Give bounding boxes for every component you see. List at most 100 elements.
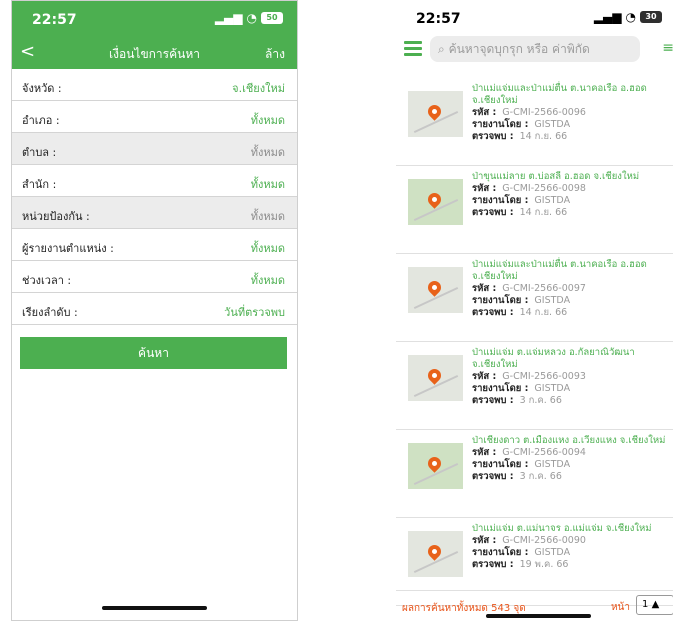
map-thumbnail: [408, 267, 463, 313]
signal-icon: ▂▄▆: [593, 10, 622, 24]
result-reporter: GISTDA: [534, 459, 571, 470]
results-screen: 22:57 ▂▄▆ ◔ 30 ⌕ ค้นหาจุดบุกรุก หรือ ค่า…: [396, 0, 673, 621]
filter-value: ทั้งหมด: [250, 274, 285, 287]
filter-row[interactable]: จังหวัด : จ.เชียงใหม่: [12, 69, 297, 101]
result-item[interactable]: ป่าแม่แจ่มและป่าแม่ตื่น ต.นาคอเรือ อ.ฮอด…: [396, 78, 673, 166]
filter-row[interactable]: อำเภอ : ทั้งหมด: [12, 101, 297, 133]
result-name: ป่าแม่แจ่มและป่าแม่ตื่น ต.นาคอเรือ อ.ฮอด…: [472, 259, 647, 282]
map-thumbnail: [408, 355, 463, 401]
chevron-up-icon: ▲: [651, 599, 660, 610]
map-thumbnail: [408, 91, 463, 137]
code-label: รหัส :: [472, 447, 497, 458]
result-code: G-CMI-2566-0093: [502, 371, 586, 382]
result-date-row: ตรวจพบ : 14 ก.ย. 66: [472, 131, 672, 143]
found-label: ตรวจพบ :: [472, 131, 514, 142]
clear-button[interactable]: ล้าง: [265, 45, 285, 64]
code-label: รหัส :: [472, 283, 497, 294]
filter-row[interactable]: สำนัก : ทั้งหมด: [12, 165, 297, 197]
result-name: ป่าแม่แจ่มและป่าแม่ตื่น ต.นาคอเรือ อ.ฮอด…: [472, 83, 647, 106]
result-reporter: GISTDA: [534, 295, 571, 306]
map-thumbnail: [408, 531, 463, 577]
result-date-row: ตรวจพบ : 14 ก.ย. 66: [472, 207, 672, 219]
result-reporter-row: รายงานโดย : GISTDA: [472, 547, 672, 559]
reporter-label: รายงานโดย :: [472, 547, 529, 558]
home-indicator: [102, 606, 207, 610]
found-label: ตรวจพบ :: [472, 559, 514, 570]
result-date-row: ตรวจพบ : 19 พ.ค. 66: [472, 559, 672, 571]
filter-icon[interactable]: ≡: [662, 40, 673, 56]
result-item[interactable]: ป่าแม่แจ่ม ต.แจ่มหลวง อ.กัลยาณิวัฒนา จ.เ…: [396, 342, 673, 430]
filter-value: ทั้งหมด: [250, 146, 285, 159]
status-icons: ▂▄▆ ◔ 30: [594, 10, 662, 24]
search-button[interactable]: ค้นหา: [20, 337, 287, 369]
found-label: ตรวจพบ :: [472, 207, 514, 218]
search-icon: ⌕: [438, 42, 445, 56]
filter-value: ทั้งหมด: [250, 114, 285, 127]
result-code-row: รหัส : G-CMI-2566-0097: [472, 283, 672, 295]
filter-label: จังหวัด :: [22, 82, 62, 95]
result-name: ป่าแม่แจ่ม ต.แม่นาจร อ.แม่แจ่ม จ.เชียงให…: [472, 523, 652, 534]
result-date: 14 ก.ย. 66: [519, 207, 568, 218]
code-label: รหัส :: [472, 183, 497, 194]
status-time: 22:57: [32, 12, 77, 28]
filter-value: ทั้งหมด: [250, 210, 285, 223]
result-info: ป่าแม่แจ่มและป่าแม่ตื่น ต.นาคอเรือ อ.ฮอด…: [472, 259, 672, 319]
filter-list: จังหวัด : จ.เชียงใหม่ อำเภอ : ทั้งหมด ตำบล :…: [12, 69, 297, 325]
page-label: หน้า: [610, 602, 630, 613]
result-code-row: รหัส : G-CMI-2566-0096: [472, 107, 672, 119]
filter-row[interactable]: เรียงลำดับ : วันที่ตรวจพบ: [12, 293, 297, 325]
result-info: ป่าแม่แจ่ม ต.แม่นาจร อ.แม่แจ่ม จ.เชียงให…: [472, 523, 672, 571]
result-reporter: GISTDA: [534, 383, 571, 394]
result-info: ป่าแม่แจ่ม ต.แจ่มหลวง อ.กัลยาณิวัฒนา จ.เ…: [472, 347, 672, 407]
battery-icon: 50: [261, 12, 283, 24]
result-date: 14 ก.ย. 66: [519, 131, 568, 142]
page-select[interactable]: 1 ▲: [636, 595, 673, 615]
found-label: ตรวจพบ :: [472, 471, 514, 482]
filter-value: ทั้งหมด: [250, 178, 285, 191]
page-title: เงื่อนไขการค้นหา: [109, 47, 200, 61]
status-bar: 22:57 ▂▄▆ ◔ 50: [12, 1, 297, 35]
result-reporter-row: รายงานโดย : GISTDA: [472, 195, 672, 207]
result-date: 3 ก.ค. 66: [519, 395, 562, 406]
found-label: ตรวจพบ :: [472, 395, 514, 406]
wifi-icon: ◔: [246, 11, 257, 25]
nav-bar: < เงื่อนไขการค้นหา ล้าง: [12, 35, 297, 69]
result-code: G-CMI-2566-0098: [502, 183, 586, 194]
map-thumbnail: [408, 443, 463, 489]
result-date-row: ตรวจพบ : 3 ก.ค. 66: [472, 395, 672, 407]
filter-row[interactable]: ตำบล : ทั้งหมด: [12, 133, 297, 165]
menu-icon[interactable]: [404, 41, 422, 56]
filter-row[interactable]: ช่วงเวลา : ทั้งหมด: [12, 261, 297, 293]
filter-value: จ.เชียงใหม่: [232, 82, 285, 95]
filter-row[interactable]: ผู้รายงานตำแหน่ง : ทั้งหมด: [12, 229, 297, 261]
filter-label: หน่วยป้องกัน :: [22, 210, 90, 223]
result-code-row: รหัส : G-CMI-2566-0090: [472, 535, 672, 547]
status-time: 22:57: [416, 11, 461, 27]
result-reporter-row: รายงานโดย : GISTDA: [472, 383, 672, 395]
result-code: G-CMI-2566-0097: [502, 283, 586, 294]
result-date-row: ตรวจพบ : 3 ก.ค. 66: [472, 471, 672, 483]
result-date: 14 ก.ย. 66: [519, 307, 568, 318]
filter-label: ช่วงเวลา :: [22, 274, 72, 287]
status-bar: 22:57 ▂▄▆ ◔ 30: [396, 0, 673, 34]
reporter-label: รายงานโดย :: [472, 119, 529, 130]
reporter-label: รายงานโดย :: [472, 383, 529, 394]
result-item[interactable]: ป่าแม่แจ่มและป่าแม่ตื่น ต.นาคอเรือ อ.ฮอด…: [396, 254, 673, 342]
result-info: ป่าขุนแม่ลาย ต.บ่อสลี อ.ฮอด จ.เชียงใหม่ร…: [472, 171, 672, 219]
filter-label: อำเภอ :: [22, 114, 60, 127]
result-info: ป่าแม่แจ่มและป่าแม่ตื่น ต.นาคอเรือ อ.ฮอด…: [472, 83, 672, 143]
filter-row[interactable]: หน่วยป้องกัน : ทั้งหมด: [12, 197, 297, 229]
home-indicator: [486, 614, 591, 618]
result-date: 19 พ.ค. 66: [519, 559, 569, 570]
result-info: ป่าเชียงดาว ต.เมืองแหง อ.เวียงแหง จ.เชีย…: [472, 435, 672, 483]
filter-label: เรียงลำดับ :: [22, 306, 78, 319]
filter-label: ผู้รายงานตำแหน่ง :: [22, 242, 114, 255]
result-item[interactable]: ป่าขุนแม่ลาย ต.บ่อสลี อ.ฮอด จ.เชียงใหม่ร…: [396, 166, 673, 254]
result-code: G-CMI-2566-0096: [502, 107, 586, 118]
status-icons: ▂▄▆ ◔ 50: [215, 11, 283, 25]
result-item[interactable]: ป่าเชียงดาว ต.เมืองแหง อ.เวียงแหง จ.เชีย…: [396, 430, 673, 518]
page-value: 1: [642, 599, 649, 610]
result-code-row: รหัส : G-CMI-2566-0098: [472, 183, 672, 195]
filter-label: สำนัก :: [22, 178, 57, 191]
search-input[interactable]: ⌕ ค้นหาจุดบุกรุก หรือ ค่าพิกัด: [430, 36, 640, 62]
